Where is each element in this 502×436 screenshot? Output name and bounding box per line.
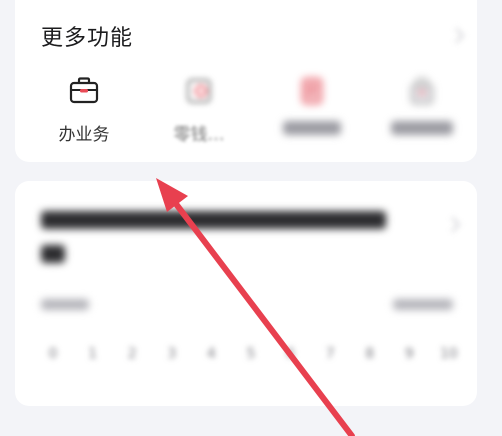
document-icon xyxy=(295,74,329,108)
feature-item-document[interactable] xyxy=(257,74,367,140)
feature-label xyxy=(367,120,477,140)
rating-option[interactable]: 8 xyxy=(358,346,382,362)
rating-option[interactable]: 7 xyxy=(318,346,342,362)
feature-item-change[interactable]: 零钱… xyxy=(144,74,254,145)
rating-option[interactable]: 3 xyxy=(160,346,184,362)
blurred-text xyxy=(393,299,453,310)
blurred-text xyxy=(391,121,453,135)
rating-scale: 0 1 2 3 4 5 6 7 8 9 10 xyxy=(41,346,461,362)
scale-max-label xyxy=(393,299,453,314)
rating-option[interactable]: 9 xyxy=(397,346,421,362)
rating-option[interactable]: 6 xyxy=(279,346,303,362)
feature-label: 零钱… xyxy=(144,120,254,145)
feature-item-business[interactable]: 办业务 xyxy=(29,74,139,145)
rating-option[interactable]: 0 xyxy=(41,346,65,362)
feature-item-bag[interactable] xyxy=(367,74,477,140)
blurred-text xyxy=(41,299,89,310)
rating-option[interactable]: 2 xyxy=(120,346,144,362)
question-line-2 xyxy=(41,245,65,263)
scale-min-label xyxy=(41,299,89,314)
wallet-icon xyxy=(182,74,216,108)
briefcase-icon xyxy=(67,74,101,108)
feature-label-text: 零钱… xyxy=(173,125,225,145)
rating-option[interactable]: 5 xyxy=(239,346,263,362)
feature-label: 办业务 xyxy=(58,125,110,145)
more-functions-card: 更多功能 办业务 零钱… xyxy=(15,0,477,162)
rating-option[interactable]: 10 xyxy=(437,346,461,362)
section-title: 更多功能 xyxy=(41,26,134,51)
blurred-text xyxy=(283,121,341,135)
rating-option[interactable]: 1 xyxy=(81,346,105,362)
bag-icon xyxy=(405,74,439,108)
chevron-right-icon[interactable] xyxy=(448,27,465,44)
feature-label xyxy=(257,120,367,140)
question-line-1 xyxy=(41,211,386,229)
rating-option[interactable]: 4 xyxy=(199,346,223,362)
survey-card: 0 1 2 3 4 5 6 7 8 9 10 xyxy=(15,181,477,406)
chevron-right-icon[interactable] xyxy=(444,216,461,233)
